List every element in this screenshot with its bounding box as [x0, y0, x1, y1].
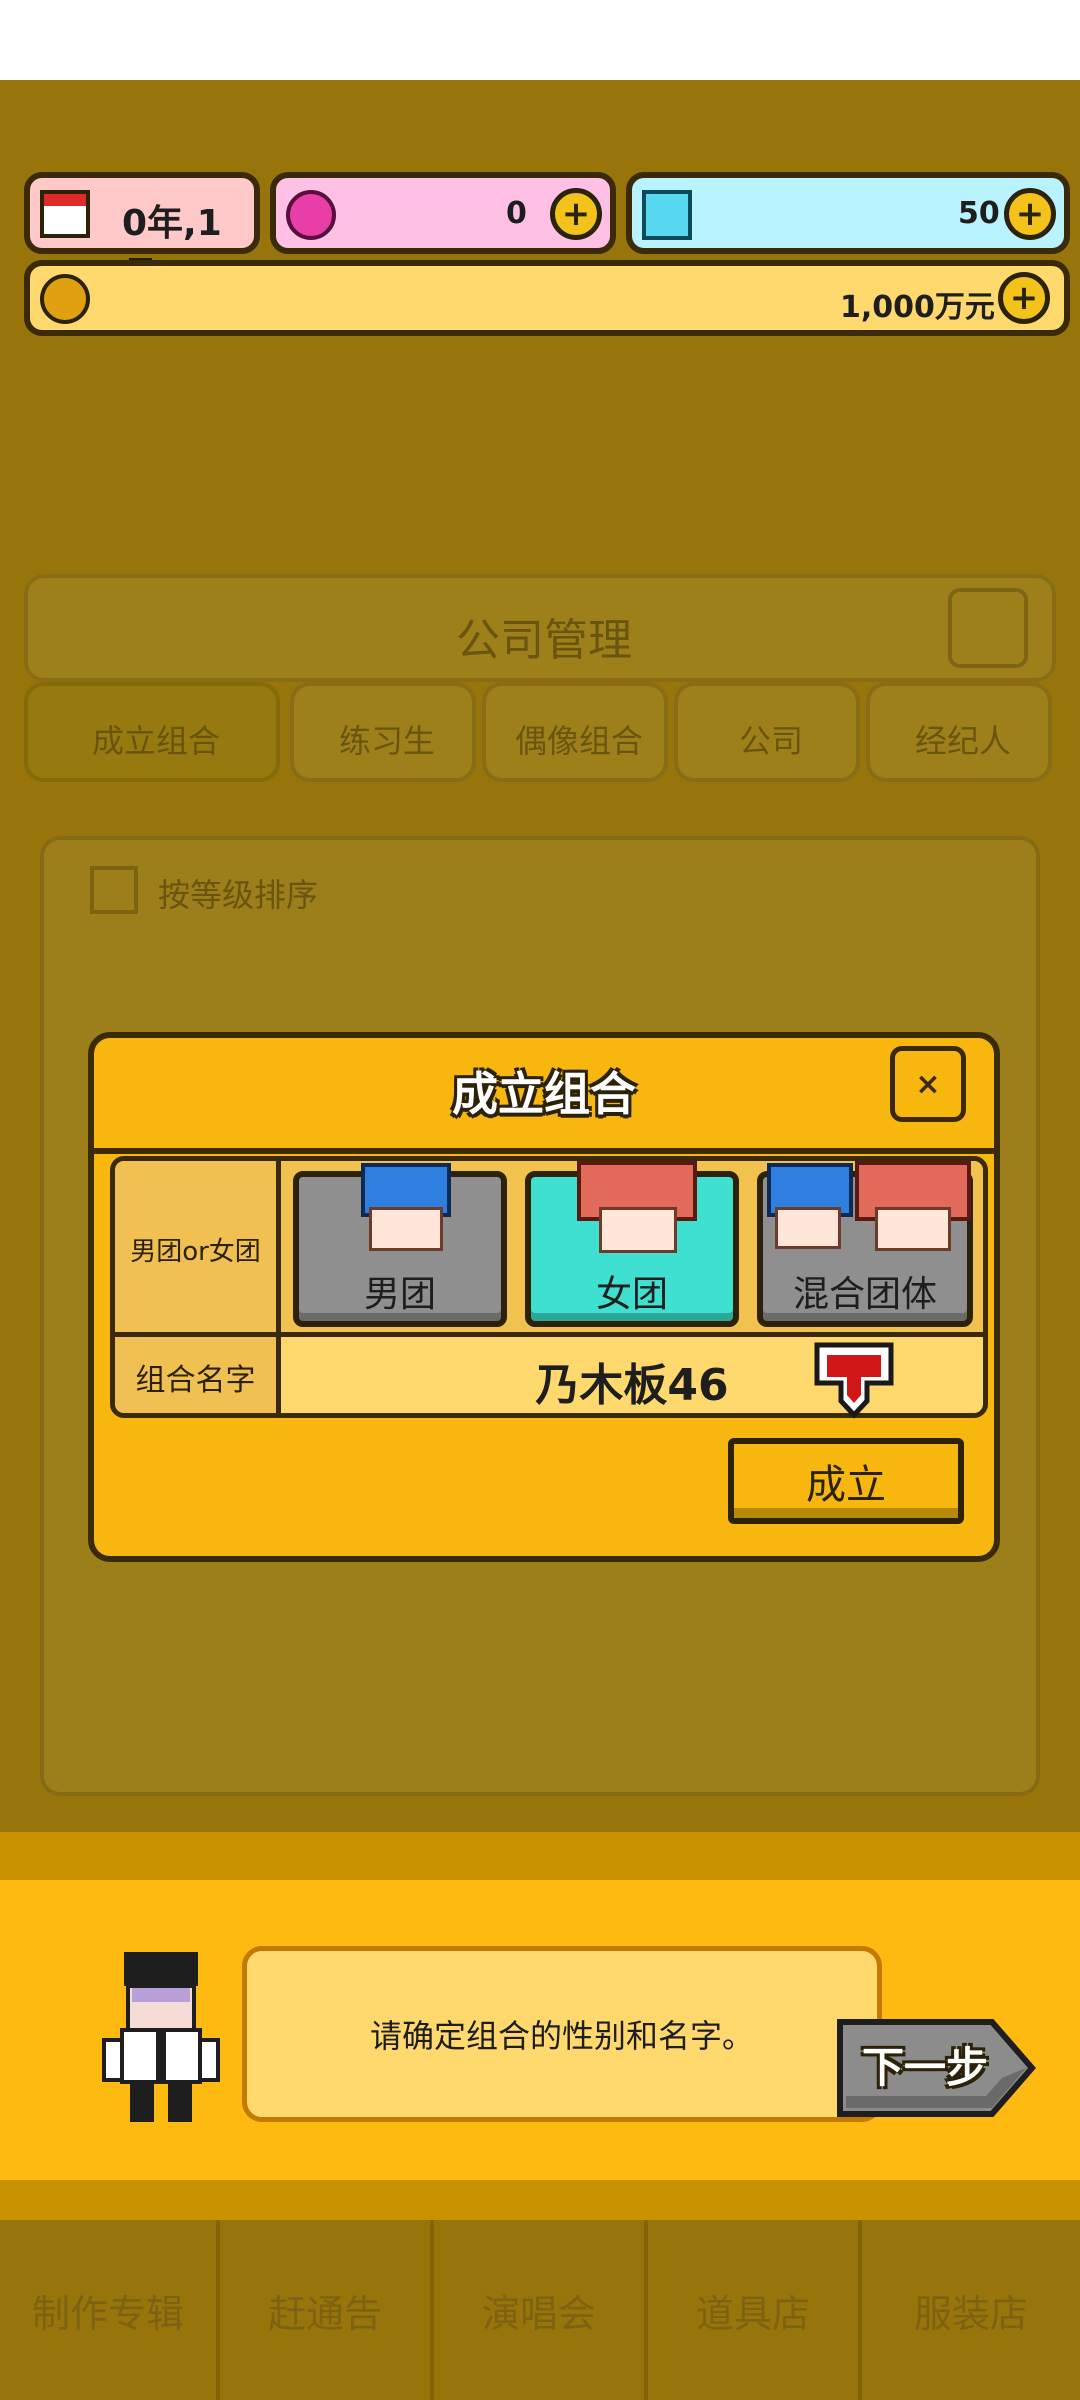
next-button-label: 下一步	[861, 2042, 988, 2092]
coin-icon	[40, 274, 90, 324]
form-table: 男团or女团 男团 女团 混合团体 组合名字 乃木板46	[110, 1156, 988, 1419]
diamond-icon	[642, 190, 692, 240]
heart-icon[interactable]	[811, 1339, 897, 1421]
gender-label-cell: 男团or女团	[115, 1161, 281, 1337]
boy-face-icon	[775, 1207, 841, 1249]
add-diamond-button[interactable]: +	[1004, 188, 1056, 240]
tutorial-band-top	[0, 1832, 1080, 1880]
calendar-icon	[40, 190, 90, 238]
girl-face-icon	[875, 1207, 951, 1251]
form-group-dialog: 成立组合 × 男团or女团 男团 女团 混合团体 组合名字 乃木板46 成立	[88, 1032, 1000, 1562]
choice-label: 男团	[363, 1274, 436, 1315]
choice-label: 混合团体	[792, 1274, 937, 1315]
money-value: 1,000万元	[840, 290, 995, 325]
nav-concert[interactable]: 演唱会	[434, 2220, 648, 2400]
choice-mixed-group[interactable]: 混合团体	[757, 1161, 973, 1327]
girl-face-icon	[599, 1207, 677, 1253]
name-label: 组合名字	[135, 1363, 256, 1398]
nav-make-album[interactable]: 制作专辑	[0, 2220, 220, 2400]
tutorial-message: 请确定组合的性别和名字。	[369, 2017, 754, 2055]
status-bar	[0, 0, 1080, 80]
name-label-cell: 组合名字	[115, 1337, 281, 1413]
boy-face-icon	[369, 1207, 443, 1251]
add-pink-gem-button[interactable]: +	[550, 188, 602, 240]
manager-character-icon	[96, 1948, 226, 2126]
pink-gem-icon	[286, 190, 336, 240]
nav-clothing-shop[interactable]: 服装店	[862, 2220, 1080, 2400]
add-money-button[interactable]: +	[998, 272, 1050, 324]
date-pill: 0年,1月	[24, 172, 260, 296]
choice-girl-group[interactable]: 女团	[525, 1161, 739, 1327]
diamond-count: 50	[958, 196, 1000, 231]
tutorial-band-bottom	[0, 2180, 1080, 2220]
diamond-pill: 50 +	[626, 172, 1070, 254]
close-icon[interactable]: ×	[890, 1046, 966, 1122]
tutorial-message-bubble: 请确定组合的性别和名字。	[242, 1946, 882, 2122]
gender-label: 男团or女团	[130, 1237, 261, 1267]
dialog-header: 成立组合 ×	[94, 1038, 994, 1154]
pink-gem-pill: 0 +	[270, 172, 616, 254]
choice-label: 女团	[595, 1274, 668, 1315]
confirm-button[interactable]: 成立	[728, 1438, 964, 1524]
choice-boy-group[interactable]: 男团	[293, 1163, 507, 1327]
dialog-title: 成立组合	[452, 1067, 636, 1121]
nav-item-shop[interactable]: 道具店	[648, 2220, 862, 2400]
group-name-field[interactable]: 乃木板46	[281, 1337, 983, 1419]
nav-schedules[interactable]: 赶通告	[220, 2220, 434, 2400]
pink-gem-count: 0	[506, 196, 527, 231]
money-pill: 1,000万元 +	[24, 260, 1070, 336]
